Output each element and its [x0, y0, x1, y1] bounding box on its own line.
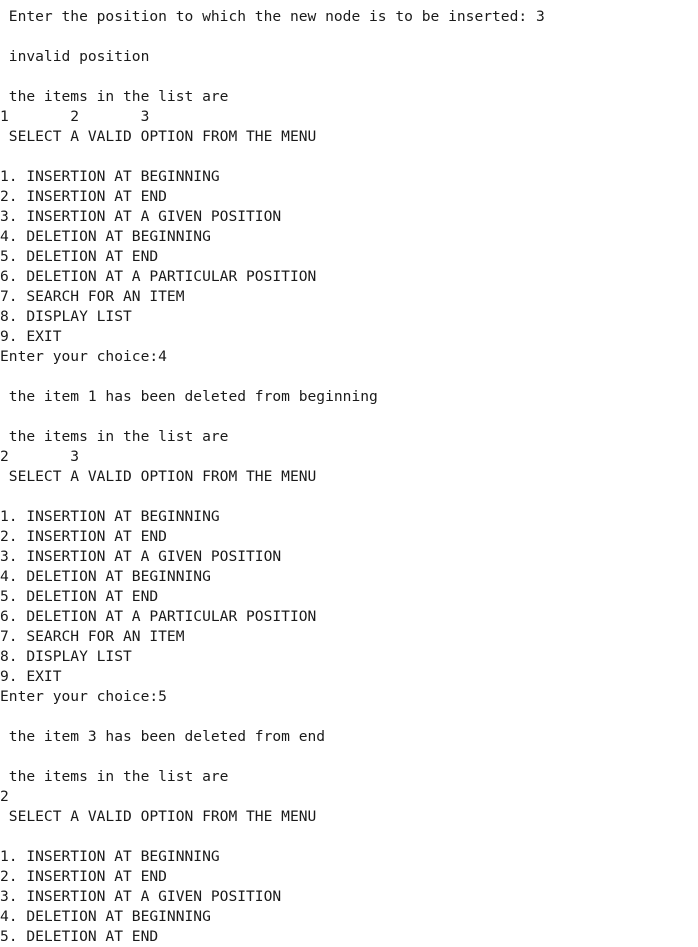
console-line: 3. INSERTION AT A GIVEN POSITION	[0, 208, 282, 225]
console-line: 3. INSERTION AT A GIVEN POSITION	[0, 548, 282, 565]
console-line: 1 2 3	[0, 108, 150, 125]
console-line: 4. DELETION AT BEGINNING	[0, 568, 211, 585]
console-line: 1. INSERTION AT BEGINNING	[0, 848, 220, 865]
console-line: 5. DELETION AT END	[0, 928, 159, 945]
console-line: 9. EXIT	[0, 328, 62, 345]
console-line: the items in the list are	[0, 768, 229, 785]
console-line: 2	[0, 788, 9, 805]
console-line: SELECT A VALID OPTION FROM THE MENU	[0, 468, 317, 485]
console-line: 8. DISPLAY LIST	[0, 308, 132, 325]
console-line: 2 3	[0, 448, 80, 465]
console-line: the item 3 has been deleted from end	[0, 728, 326, 745]
console-line: 2. INSERTION AT END	[0, 528, 167, 545]
console-line: 1. INSERTION AT BEGINNING	[0, 508, 220, 525]
console-line: 4. DELETION AT BEGINNING	[0, 908, 211, 925]
console-line: the item 1 has been deleted from beginni…	[0, 388, 378, 405]
console-line: 7. SEARCH FOR AN ITEM	[0, 628, 185, 645]
console-line: Enter your choice:5	[0, 688, 167, 705]
console-line: the items in the list are	[0, 88, 229, 105]
console-line: SELECT A VALID OPTION FROM THE MENU	[0, 808, 317, 825]
console-line: 2. INSERTION AT END	[0, 188, 167, 205]
console-line: 5. DELETION AT END	[0, 248, 159, 265]
console-line: invalid position	[0, 48, 150, 65]
console-line: 8. DISPLAY LIST	[0, 648, 132, 665]
console-output: Enter the position to which the new node…	[0, 7, 698, 947]
console-line: 6. DELETION AT A PARTICULAR POSITION	[0, 268, 317, 285]
console-line: Enter the position to which the new node…	[0, 8, 545, 25]
console-line: 5. DELETION AT END	[0, 588, 159, 605]
console-line: 2. INSERTION AT END	[0, 868, 167, 885]
console-line: SELECT A VALID OPTION FROM THE MENU	[0, 128, 317, 145]
console-line: 6. DELETION AT A PARTICULAR POSITION	[0, 608, 317, 625]
console-line: 9. EXIT	[0, 668, 62, 685]
console-line: 3. INSERTION AT A GIVEN POSITION	[0, 888, 282, 905]
console-line: 7. SEARCH FOR AN ITEM	[0, 288, 185, 305]
console-line: Enter your choice:4	[0, 348, 167, 365]
console-line: the items in the list are	[0, 428, 229, 445]
console-line: 4. DELETION AT BEGINNING	[0, 228, 211, 245]
console-line: 1. INSERTION AT BEGINNING	[0, 168, 220, 185]
